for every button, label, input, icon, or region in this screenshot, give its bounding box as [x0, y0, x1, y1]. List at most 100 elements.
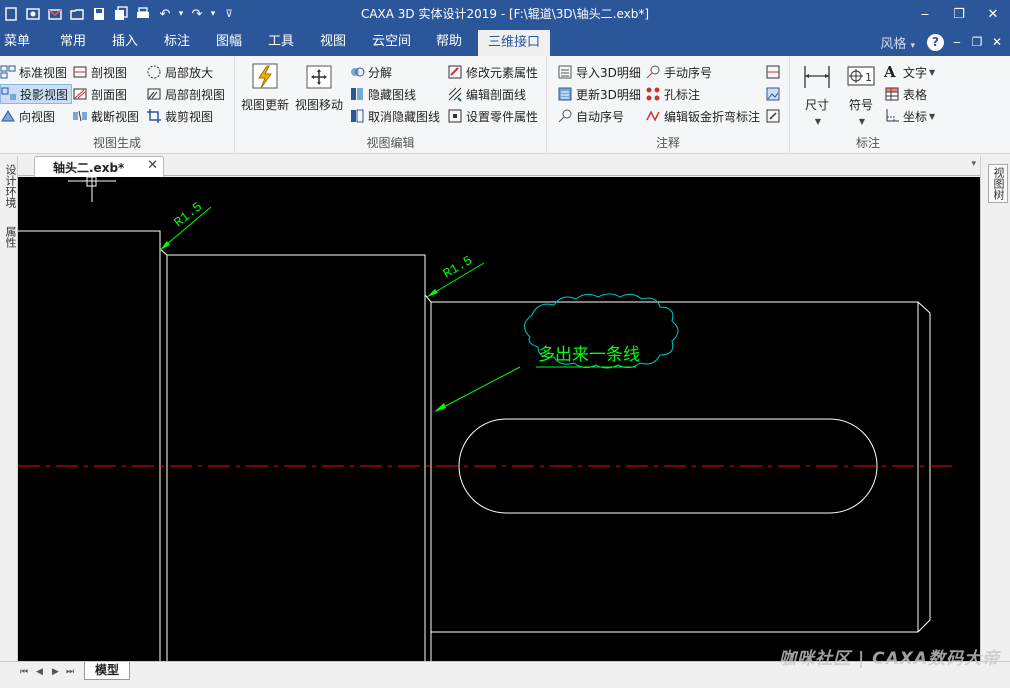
cross-section-button[interactable]: 剖面图 — [72, 84, 127, 104]
standard-view-button[interactable]: 标准视图 — [0, 62, 67, 82]
style-label: 风格 — [880, 36, 907, 52]
section-view-button[interactable]: 剖视图 — [72, 62, 127, 82]
table-icon — [885, 87, 899, 101]
tab-tools[interactable]: 工具 — [268, 28, 294, 56]
annotation-extra-1-button[interactable] — [765, 62, 784, 82]
hole-annotation-button[interactable]: 孔标注 — [645, 84, 700, 104]
prev-sheet-icon[interactable]: ◀ — [36, 667, 43, 677]
explode-button[interactable]: 分解 — [349, 62, 392, 82]
picture-icon — [766, 87, 780, 101]
document-close-icon[interactable]: ✕ — [147, 158, 158, 173]
crop-view-button[interactable]: 裁剪视图 — [146, 106, 213, 126]
edit-note-icon — [766, 109, 780, 123]
symbol-button[interactable]: 1 符号 ▼ — [836, 62, 886, 127]
hide-lines-icon — [351, 88, 363, 100]
drawing-canvas[interactable]: R1.5 R1.5 多出来一条线 — [18, 177, 980, 661]
coordinate-button[interactable]: 坐标 ▼ — [884, 106, 935, 126]
projection-view-button[interactable]: 投影视图 — [0, 84, 73, 104]
tab-sheet[interactable]: 图幅 — [216, 28, 242, 56]
update-3d-bom-button[interactable]: 更新3D明细 — [557, 84, 641, 104]
table-button[interactable]: 表格 — [884, 84, 927, 104]
partial-section-button[interactable]: 局部剖视图 — [146, 84, 225, 104]
last-sheet-icon[interactable]: ⏭ — [66, 667, 74, 677]
tab-3d-interface[interactable]: 三维接口 — [478, 30, 551, 56]
view-update-icon — [252, 63, 278, 89]
redo-icon[interactable]: ↷ — [186, 3, 208, 25]
hide-lines-button[interactable]: 隐藏图线 — [349, 84, 416, 104]
restore-button[interactable]: ❐ — [942, 0, 976, 28]
document-tab[interactable]: 轴头二.exb* ✕ — [34, 156, 164, 177]
detail-view-label: 局部放大 — [165, 65, 214, 80]
radius-dimension-2[interactable]: R1.5 — [426, 253, 485, 298]
open-icon[interactable] — [22, 3, 44, 25]
annotation-extra-3-button[interactable] — [765, 106, 784, 126]
mail-icon[interactable] — [44, 3, 66, 25]
document-tab-label: 轴头二.exb* — [53, 161, 125, 175]
import-3d-bom-button[interactable]: 导入3D明细 — [557, 62, 641, 82]
redo-dropdown-icon[interactable]: ▾ — [208, 3, 218, 25]
view-move-button[interactable]: 视图移动 — [293, 62, 345, 113]
print-icon[interactable] — [132, 3, 154, 25]
broken-view-button[interactable]: 截断视图 — [72, 106, 139, 126]
design-env-panel-tab[interactable]: 设计环境 — [2, 164, 18, 208]
properties-panel-tab[interactable]: 属性 — [2, 226, 18, 248]
text-icon: A — [884, 63, 896, 81]
edit-hatch-button[interactable]: 编辑剖面线 — [447, 84, 526, 104]
window-controls: ‒ ❐ ✕ — [908, 0, 1010, 28]
hide-lines-label: 隐藏图线 — [368, 87, 417, 102]
minimize-button[interactable]: ‒ — [908, 0, 942, 28]
tab-annotate[interactable]: 标注 — [164, 28, 190, 56]
undo-icon[interactable]: ↶ — [154, 3, 176, 25]
chevron-down-icon: ▾ — [910, 40, 915, 51]
modify-element-props-button[interactable]: 修改元素属性 — [447, 62, 538, 82]
save-all-icon[interactable] — [110, 3, 132, 25]
drawing-svg[interactable]: R1.5 R1.5 多出来一条线 — [18, 177, 980, 661]
auto-balloon-button[interactable]: 自动序号 — [557, 106, 624, 126]
manual-balloon-label: 手动序号 — [664, 65, 713, 80]
tab-common[interactable]: 常用 — [60, 28, 86, 56]
folder-icon[interactable] — [66, 3, 88, 25]
group-title-view-generation: 视图生成 — [92, 136, 141, 150]
annotation-extra-2-button[interactable] — [765, 84, 784, 104]
text-button[interactable]: A 文字 ▼ — [884, 62, 935, 82]
next-sheet-icon[interactable]: ▶ — [52, 667, 59, 677]
direction-view-button[interactable]: 向视图 — [0, 106, 55, 126]
group-view-generation: 标准视图 投影视图 向视图 剖视图 剖面图 截断视图 局部放大 局部剖视图 裁剪… — [0, 56, 235, 154]
first-sheet-icon[interactable]: ⏮ — [20, 667, 28, 677]
customize-icon[interactable]: ⊽ — [218, 3, 240, 25]
tabbar-right: 风格 ▾ ? ‒ ❐ ✕ — [880, 28, 1010, 56]
set-part-props-label: 设置零件属性 — [466, 109, 539, 124]
new-doc-icon[interactable] — [0, 3, 22, 25]
tab-insert[interactable]: 插入 — [112, 28, 138, 56]
revision-cloud-note[interactable]: 多出来一条线 — [434, 293, 679, 412]
doc-minimize-button[interactable]: ‒ — [950, 35, 964, 49]
tab-cloud[interactable]: 云空间 — [372, 28, 411, 56]
undo-dropdown-icon[interactable]: ▾ — [176, 3, 186, 25]
doc-close-button[interactable]: ✕ — [990, 35, 1004, 49]
view-update-button[interactable]: 视图更新 — [239, 62, 291, 113]
edit-sheetmetal-bend-button[interactable]: 编辑钣金折弯标注 — [645, 106, 760, 126]
close-button[interactable]: ✕ — [976, 0, 1010, 28]
view-tree-panel-tab[interactable]: 视图树 — [988, 164, 1008, 203]
tab-menu[interactable]: 菜单 — [4, 28, 30, 56]
save-icon[interactable] — [88, 3, 110, 25]
tab-view[interactable]: 视图 — [320, 28, 346, 56]
doc-restore-button[interactable]: ❐ — [970, 35, 984, 49]
part-outline[interactable] — [18, 230, 931, 661]
cursor-crosshair — [68, 177, 116, 202]
unhide-lines-button[interactable]: 取消隐藏图线 — [349, 106, 440, 126]
set-part-props-button[interactable]: 设置零件属性 — [447, 106, 538, 126]
projection-view-label: 投影视图 — [20, 87, 69, 102]
style-selector[interactable]: 风格 ▾ — [880, 33, 915, 52]
tab-list-chevron-icon[interactable]: ▾ — [971, 159, 976, 169]
dimension-button[interactable]: 尺寸 ▼ — [792, 62, 842, 127]
model-tab[interactable]: 模型 — [84, 662, 131, 680]
tab-help[interactable]: 帮助 — [436, 28, 462, 56]
coordinate-label: 坐标 — [903, 109, 928, 124]
table-label: 表格 — [903, 87, 928, 102]
group-view-edit: 视图更新 视图移动 分解 隐藏图线 取消隐藏图线 修改元素属性 编辑剖面线 设置… — [235, 56, 547, 154]
manual-balloon-button[interactable]: 手动序号 — [645, 62, 712, 82]
detail-view-button[interactable]: 局部放大 — [146, 62, 213, 82]
radius-dimension-1[interactable]: R1.5 — [159, 199, 212, 251]
help-icon[interactable]: ? — [927, 33, 944, 51]
